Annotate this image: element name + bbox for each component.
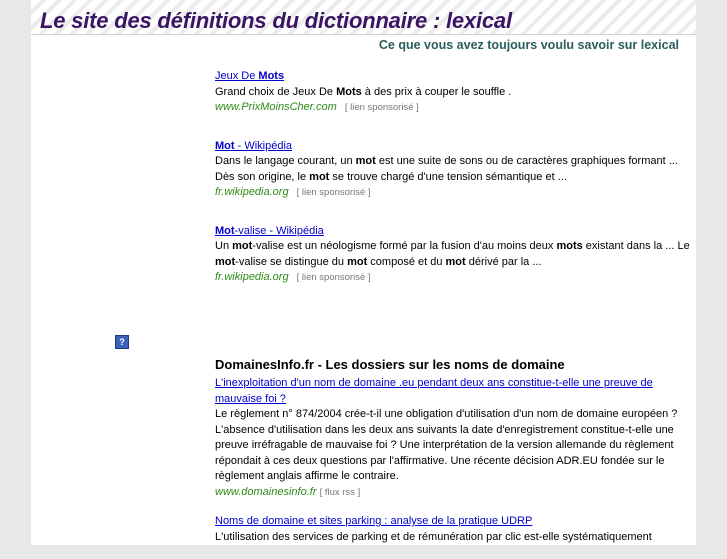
ad-url[interactable]: www.PrixMoinsCher.com (215, 101, 337, 113)
article-title-link[interactable]: Noms de domaine et sites parking : analy… (215, 514, 695, 530)
ad-url-line: fr.wikipedia.org [ lien sponsorisé ] (215, 270, 695, 286)
ad-title-link[interactable]: Mot-valise - Wikipédia (215, 224, 695, 240)
ad-url-line: fr.wikipedia.org [ lien sponsorisé ] (215, 185, 695, 201)
ad-description: Un mot-valise est un néologisme formé pa… (215, 240, 690, 268)
article-description: L'utilisation des services de parking et… (215, 530, 652, 543)
section-title: DomainesInfo.fr - Les dossiers sur les n… (215, 357, 565, 372)
ad-url[interactable]: fr.wikipedia.org (215, 186, 289, 198)
sponsored-label: [ lien sponsorisé ] (296, 187, 371, 198)
page-container: Le site des définitions du dictionnaire … (31, 0, 696, 545)
ad-url[interactable]: fr.wikipedia.org (215, 271, 289, 283)
ad-url-line: www.PrixMoinsCher.com [ lien sponsorisé ] (215, 100, 695, 116)
ad-title-link[interactable]: Mot - Wikipédia (215, 139, 695, 155)
ad-description: Grand choix de Jeux De Mots à des prix à… (215, 85, 512, 98)
article-title-link[interactable]: L'inexploitation d'un nom de domaine .eu… (215, 376, 695, 407)
site-header: Le site des définitions du dictionnaire … (31, 0, 696, 35)
article-item: Noms de domaine et sites parking : analy… (215, 514, 695, 545)
site-subtitle: Ce que vous avez toujours voulu savoir s… (378, 38, 679, 52)
article-source-url[interactable]: www.domainesinfo.fr (215, 486, 317, 498)
ad-title-link[interactable]: Jeux De Mots (215, 69, 695, 85)
sponsored-label: [ lien sponsorisé ] (296, 272, 371, 283)
article-source-line: www.domainesinfo.fr [ flux rss ] (215, 485, 695, 501)
ad-description: Dans le langage courant, un mot est une … (215, 155, 678, 183)
article-item: L'inexploitation d'un nom de domaine .eu… (215, 376, 695, 500)
sponsored-ad: Mot-valise - Wikipédia Un mot-valise est… (215, 224, 695, 286)
sponsored-links: Jeux De Mots Grand choix de Jeux De Mots… (215, 69, 695, 309)
sponsored-ad: Mot - Wikipédia Dans le langage courant,… (215, 139, 695, 201)
article-description: Le règlement n° 874/2004 crée-t-il une o… (215, 408, 678, 482)
site-title: Le site des définitions du dictionnaire … (40, 8, 512, 33)
rss-feed-label[interactable]: [ flux rss ] (320, 487, 361, 498)
sponsored-ad: Jeux De Mots Grand choix de Jeux De Mots… (215, 69, 695, 116)
sponsored-label: [ lien sponsorisé ] (344, 102, 419, 113)
articles-section: DomainesInfo.fr - Les dossiers sur les n… (215, 356, 695, 559)
help-icon[interactable]: ? (115, 335, 129, 349)
